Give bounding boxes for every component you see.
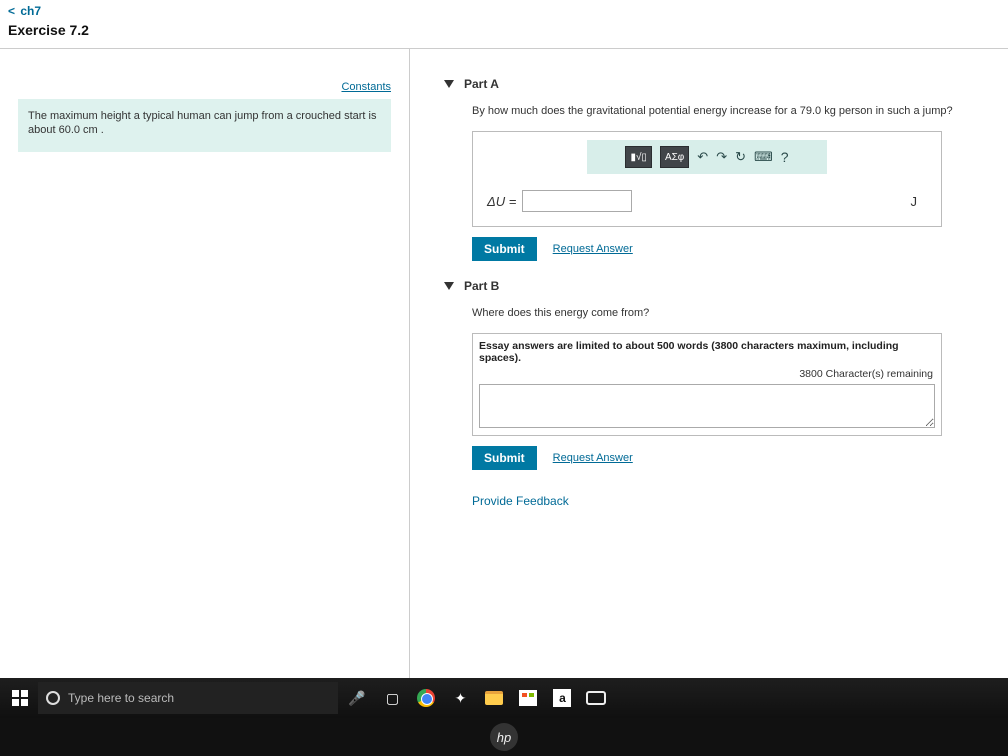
breadcrumb: < ch7 [0, 0, 1008, 20]
unit-label: J [911, 194, 918, 209]
mail-icon[interactable] [581, 683, 611, 713]
essay-limit-note: Essay answers are limited to about 500 w… [479, 338, 935, 366]
mic-icon[interactable]: 🎤 [348, 690, 365, 707]
characters-remaining: 3800 Character(s) remaining [479, 366, 935, 384]
provide-feedback-link[interactable]: Provide Feedback [472, 494, 569, 508]
task-view-icon[interactable]: ▢ [377, 683, 407, 713]
answer-input[interactable] [522, 190, 632, 212]
reset-icon[interactable]: ↻ [735, 149, 746, 165]
essay-textarea[interactable] [479, 384, 935, 428]
redo-icon[interactable]: ↷ [716, 149, 727, 165]
part-a-header[interactable]: Part A [444, 77, 974, 91]
right-panel: Part A By how much does the gravitationa… [410, 49, 1008, 678]
store-icon[interactable] [513, 683, 543, 713]
app-window: < ch7 Exercise 7.2 Constants The maximum… [0, 0, 1008, 678]
templates-button[interactable]: ▮√▯ [625, 146, 652, 168]
collapse-icon [444, 80, 454, 88]
submit-button-b[interactable]: Submit [472, 446, 537, 470]
symbols-button[interactable]: ΑΣφ [660, 146, 689, 168]
start-button[interactable] [0, 690, 40, 706]
file-explorer-icon[interactable] [479, 683, 509, 713]
hp-logo-icon: hp [490, 723, 518, 751]
chrome-icon[interactable] [411, 683, 441, 713]
undo-icon[interactable]: ↶ [697, 149, 708, 165]
part-a-question: By how much does the gravitational poten… [472, 105, 974, 117]
variable-label: ΔU = [487, 194, 516, 209]
taskbar-search[interactable]: Type here to search [38, 682, 338, 714]
part-b-essay-box: Essay answers are limited to about 500 w… [472, 333, 942, 436]
back-chevron-icon[interactable]: < [8, 4, 15, 18]
amazon-icon[interactable]: a [547, 683, 577, 713]
part-b-header[interactable]: Part B [444, 279, 974, 293]
search-icon [46, 691, 60, 705]
search-placeholder: Type here to search [68, 691, 174, 705]
help-icon[interactable]: ? [781, 149, 789, 165]
dropbox-icon[interactable]: ✦ [445, 683, 475, 713]
part-b-title: Part B [464, 279, 499, 293]
windows-taskbar: Type here to search 🎤 ▢ ✦ a [0, 678, 1008, 718]
submit-button-a[interactable]: Submit [472, 237, 537, 261]
content-area: Constants The maximum height a typical h… [0, 49, 1008, 678]
page-title: Exercise 7.2 [0, 20, 1008, 49]
laptop-bezel: hp [0, 718, 1008, 756]
equation-toolbar: ▮√▯ ΑΣφ ↶ ↷ ↻ ⌨ ? [587, 140, 827, 174]
part-a-answer-box: ▮√▯ ΑΣφ ↶ ↷ ↻ ⌨ ? ΔU = J [472, 131, 942, 227]
breadcrumb-link-ch7[interactable]: ch7 [20, 4, 41, 18]
collapse-icon [444, 282, 454, 290]
keyboard-icon[interactable]: ⌨ [754, 149, 773, 165]
request-answer-link-a[interactable]: Request Answer [553, 243, 633, 255]
left-panel: Constants The maximum height a typical h… [0, 49, 410, 678]
problem-statement: The maximum height a typical human can j… [18, 99, 391, 152]
constants-link[interactable]: Constants [341, 81, 391, 93]
part-b-question: Where does this energy come from? [472, 307, 974, 319]
part-a-title: Part A [464, 77, 499, 91]
request-answer-link-b[interactable]: Request Answer [553, 452, 633, 464]
